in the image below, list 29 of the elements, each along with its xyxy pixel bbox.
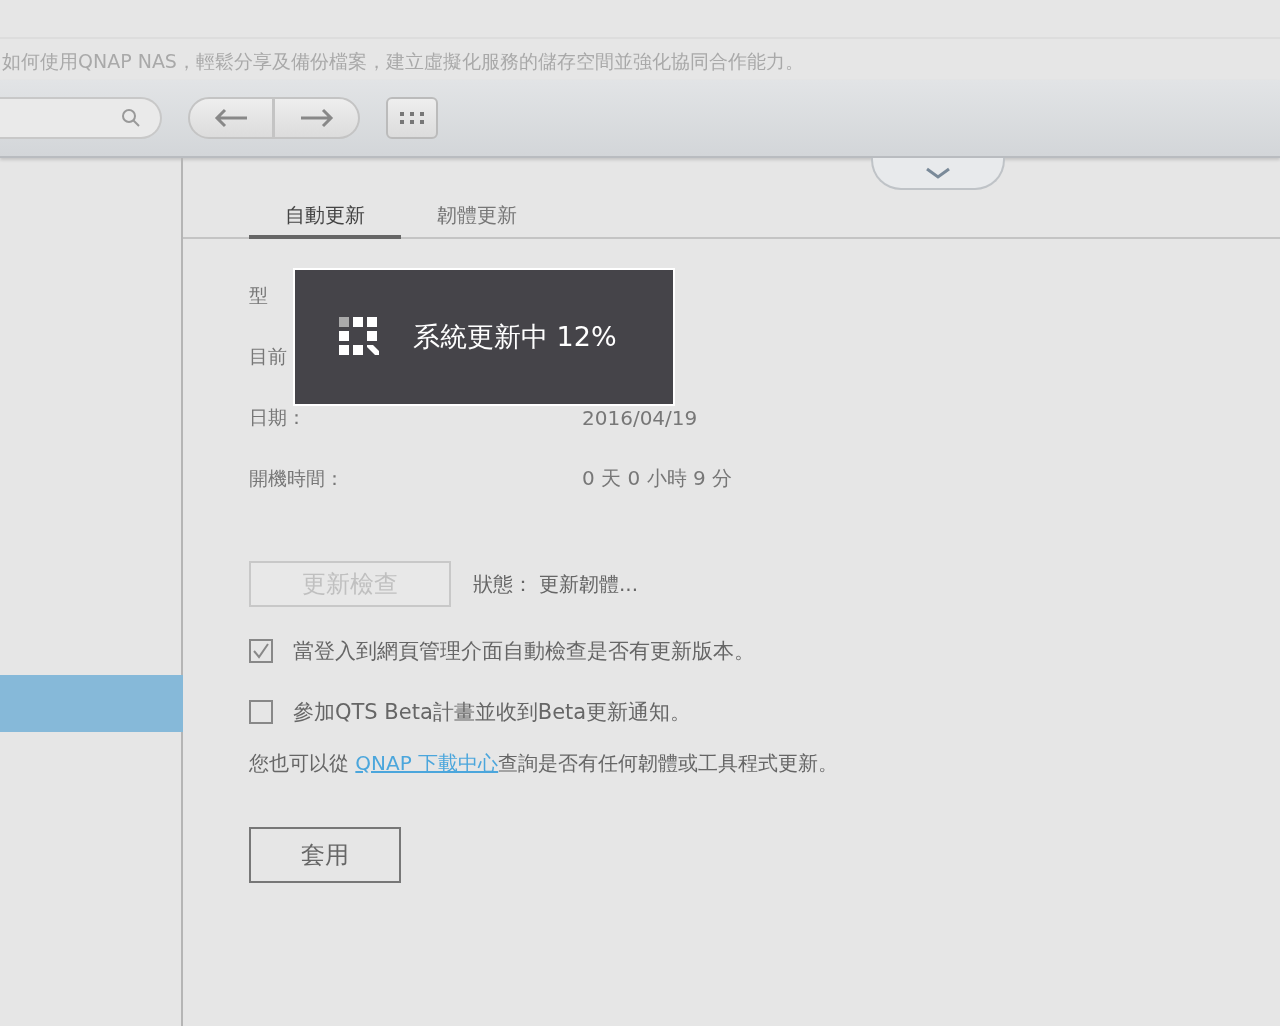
search-field[interactable] — [0, 97, 162, 139]
tab[interactable]: 韌體更新 — [401, 200, 553, 239]
back-button[interactable] — [188, 97, 274, 139]
info-label: 目前 — [249, 343, 288, 369]
apply-button[interactable]: 套用 — [249, 827, 401, 883]
progress-message: 系統更新中 12% — [413, 320, 617, 354]
status-label: 狀態： — [473, 570, 533, 598]
forward-arrow-icon — [298, 108, 335, 128]
search-icon — [120, 107, 142, 129]
download-center-link[interactable]: QNAP 下載中心 — [355, 751, 499, 775]
subtitle: 如何使用QNAP NAS，輕鬆分享及備份檔案，建立虛擬化服務的儲存空間並強化協同合作能力。 — [1, 49, 805, 74]
back-arrow-icon — [213, 108, 249, 128]
tab[interactable]: 自動更新 — [249, 200, 401, 239]
option-label: 參加QTS Beta計畫並收到Beta更新通知。 — [293, 699, 692, 726]
loading-icon — [339, 317, 379, 357]
grid-icon — [397, 110, 427, 126]
info-label: 型 — [249, 282, 269, 308]
info-label: 開機時間： — [249, 465, 345, 491]
apps-button[interactable] — [386, 97, 438, 139]
forward-button[interactable] — [274, 97, 360, 139]
info-value: 2016/04/19 — [582, 405, 698, 430]
status-value: 更新韌體... — [539, 570, 639, 598]
option-label: 當登入到網頁管理介面自動檢查是否有更新版本。 — [293, 638, 755, 665]
info-value: 0 天 0 小時 9 分 — [582, 465, 732, 492]
info-label: 日期： — [249, 404, 307, 430]
checkbox[interactable] — [249, 639, 273, 663]
collapse-tab[interactable] — [871, 158, 1005, 190]
download-note: 您也可以從 QNAP 下載中心查詢是否有任何韌體或工具程式更新。 — [249, 750, 840, 777]
checkbox[interactable] — [249, 700, 273, 724]
